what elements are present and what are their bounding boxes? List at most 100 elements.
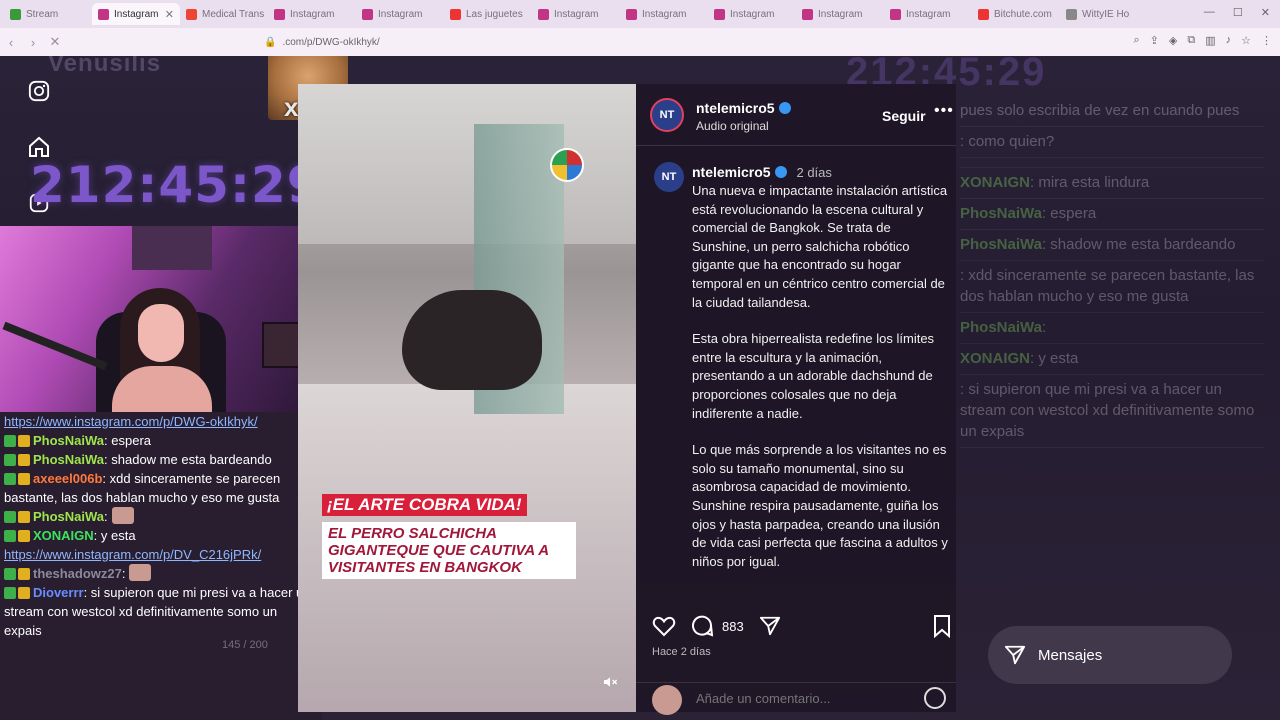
faded-chat-username: PhosNaiWa (960, 205, 1042, 222)
post-video[interactable]: ¡EL ARTE COBRA VIDA! EL PERRO SALCHICHA … (298, 84, 636, 712)
instagram-logo-icon[interactable] (26, 78, 52, 104)
caption-time: 2 días (796, 165, 832, 180)
tab-close-icon[interactable]: ✕ (165, 8, 174, 21)
browser-tab[interactable]: Instagram (884, 3, 972, 25)
chat-username[interactable]: XONAIGN (33, 528, 94, 543)
post-actions: 883 (652, 614, 782, 638)
faded-chat-username: XONAIGN (960, 174, 1031, 191)
user-avatar (652, 685, 682, 715)
share-plane-icon[interactable] (758, 614, 782, 638)
badge-icon (4, 473, 16, 485)
browser-tab[interactable]: Instagram (708, 3, 796, 25)
browser-tab[interactable]: Stream (4, 3, 92, 25)
minimize-icon[interactable]: — (1204, 6, 1215, 19)
chat-username[interactable]: axeeel006b (33, 471, 102, 486)
tab-favicon-icon (978, 8, 989, 20)
save-bookmark-icon[interactable] (932, 614, 954, 639)
browser-tab[interactable]: Las juguetes (444, 3, 532, 25)
tab-label: Instagram (906, 8, 951, 20)
browser-tab[interactable]: Instagram (620, 3, 708, 25)
user-badges (4, 511, 30, 523)
tab-favicon-icon (450, 8, 461, 20)
extensions-icon[interactable]: ⧉ (1187, 34, 1195, 47)
emoji-icon[interactable] (924, 687, 946, 709)
faded-chat-text: : y esta (1030, 350, 1079, 367)
user-badges (4, 587, 30, 599)
browser-tab[interactable]: Medical Trans (180, 3, 268, 25)
faded-chat-message: XONAIGN: mira esta lindura (960, 168, 1264, 199)
bookmarks-icon[interactable]: ☆ (1241, 34, 1251, 47)
tab-favicon-icon (714, 8, 725, 20)
stop-icon[interactable]: ✕ (44, 34, 66, 50)
menu-icon[interactable]: ⋮ (1261, 34, 1272, 47)
badge-icon (4, 454, 16, 466)
chat-text: : (121, 566, 126, 581)
chat-username[interactable]: PhosNaiWa (33, 509, 104, 524)
tab-label: Instagram (378, 8, 423, 20)
streamer-face (138, 304, 184, 362)
close-window-icon[interactable]: ✕ (1261, 6, 1270, 19)
chat-username[interactable]: Dioverrr (33, 585, 84, 600)
badge-icon (4, 435, 16, 447)
audio-label[interactable]: Audio original (696, 119, 769, 133)
browser-tab[interactable]: Instagram (268, 3, 356, 25)
share-icon[interactable]: ⇪ (1150, 34, 1159, 47)
more-options-icon[interactable]: ••• (934, 102, 954, 120)
chat-username[interactable]: PhosNaiWa (33, 452, 104, 467)
shield-icon[interactable]: ◈ (1169, 34, 1177, 47)
faded-chat-text: pues solo escribia de vez en cuando pues (960, 102, 1240, 119)
follow-button[interactable]: Seguir (882, 108, 926, 124)
chat-link[interactable]: https://www.instagram.com/p/DWG-okIkhyk/ (4, 414, 258, 429)
browser-tab[interactable]: WittyIE Ho (1060, 3, 1148, 25)
maximize-icon[interactable]: ☐ (1233, 6, 1243, 19)
messages-button[interactable]: Mensajes (988, 626, 1232, 684)
chat-message: PhosNaiWa: (4, 507, 318, 526)
post-details-panel: NT ntelemicro5 Audio original Seguir •••… (636, 84, 956, 715)
faded-chat-text: : xdd sinceramente se parecen bastante, … (960, 267, 1255, 305)
badge-icon (18, 530, 30, 542)
caption-author-name: ntelemicro5 (692, 164, 771, 180)
back-icon[interactable]: ‹ (0, 35, 22, 50)
tab-favicon-icon (98, 8, 109, 20)
browser-tab[interactable]: Instagram (356, 3, 444, 25)
browser-tab[interactable]: Instagram (532, 3, 620, 25)
tab-label: Instagram (554, 8, 599, 20)
browser-tab[interactable]: Bitchute.com (972, 3, 1060, 25)
robot-dachshund (402, 290, 542, 390)
browser-tab[interactable]: Instagram (796, 3, 884, 25)
tab-favicon-icon (10, 8, 21, 20)
chat-message: PhosNaiWa: shadow me esta bardeando (4, 450, 318, 469)
tab-favicon-icon (626, 8, 637, 20)
stream-chat: 145 / 200 https://www.instagram.com/p/DW… (0, 412, 322, 720)
faded-chat-message: PhosNaiWa: (960, 313, 1264, 344)
faded-chat-message: XONAIGN: y esta (960, 344, 1264, 375)
post-header: NT ntelemicro5 Audio original Seguir ••• (636, 84, 956, 146)
forward-icon[interactable]: › (22, 35, 44, 50)
author-username[interactable]: ntelemicro5 (696, 100, 791, 116)
sidebar-icon[interactable]: ▥ (1205, 34, 1215, 47)
badge-icon (18, 568, 30, 580)
url-field[interactable]: 🔒 .com/p/DWG-okIkhyk/ (264, 33, 944, 51)
comment-input[interactable] (696, 691, 916, 706)
browser-tab[interactable]: Instagram ✕ (92, 3, 180, 25)
author-avatar[interactable]: NT (650, 98, 684, 132)
chat-username[interactable]: theshadowz27 (33, 566, 122, 581)
window-controls: — ☐ ✕ (1204, 6, 1270, 19)
caption-avatar[interactable]: NT (654, 162, 684, 192)
mute-icon[interactable] (602, 674, 622, 694)
verified-badge-icon (778, 102, 791, 114)
user-badges (4, 435, 30, 447)
chat-username[interactable]: PhosNaiWa (33, 433, 104, 448)
comment-icon[interactable] (690, 614, 714, 638)
wall-picture (132, 226, 212, 270)
like-heart-icon[interactable] (652, 614, 676, 638)
faded-chat-text: : espera (1041, 205, 1097, 222)
mall-ceiling (298, 84, 636, 244)
music-icon[interactable]: ♪ (1226, 34, 1232, 47)
faded-chat-text: : shadow me esta bardeando (1041, 236, 1236, 253)
post-time-ago: Hace 2 días (652, 646, 711, 658)
zoom-icon[interactable]: ⌕ (1134, 34, 1140, 47)
caption-author[interactable]: ntelemicro5 2 días (692, 164, 832, 180)
faded-chat-username: PhosNaiWa (960, 236, 1042, 253)
chat-link[interactable]: https://www.instagram.com/p/DV_C216jPRk/ (4, 547, 261, 562)
